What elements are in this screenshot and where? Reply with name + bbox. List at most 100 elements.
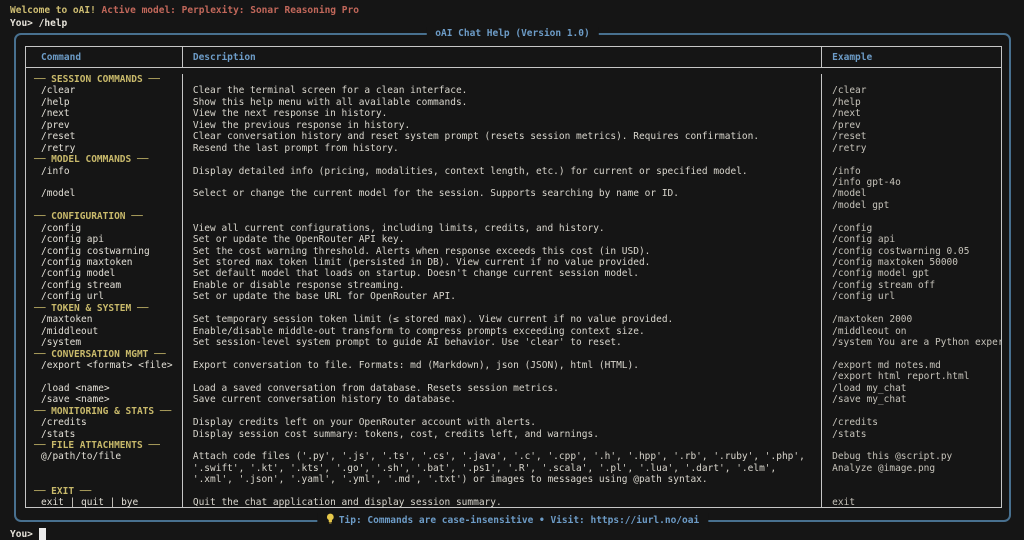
example-cell: /prev <box>822 120 1001 131</box>
description-cell: Set or update the OpenRouter API key. <box>183 234 822 245</box>
description-cell: View the next response in history. <box>183 108 822 119</box>
description-cell: Display detailed info (pricing, modaliti… <box>183 166 822 177</box>
table-row: /clearClear the terminal screen for a cl… <box>26 85 1001 96</box>
example-cell: /system You are a Python expert <box>822 337 1001 348</box>
description-cell <box>183 154 822 165</box>
table-row: /maxtokenSet temporary session token lim… <box>26 314 1001 325</box>
description-cell <box>183 303 822 314</box>
table-row: /statsDisplay session cost summary: toke… <box>26 429 1001 440</box>
help-table: Command Description Example ── SESSION C… <box>25 46 1002 508</box>
table-row: /resetClear conversation history and res… <box>26 131 1001 142</box>
command-cell: /next <box>26 108 183 119</box>
tip-text: Tip: Commands are case-insensitive • Vis… <box>339 514 699 527</box>
example-cell <box>822 154 1001 165</box>
command-cell: @/path/to/file <box>26 451 183 462</box>
description-cell: Set temporary session token limit (≤ sto… <box>183 314 822 325</box>
welcome-text: Welcome to oAI! <box>10 5 96 16</box>
table-row: /model gpt <box>26 200 1001 211</box>
command-cell: /config stream <box>26 280 183 291</box>
command-cell: ── MODEL COMMANDS ── <box>26 154 183 165</box>
section-header-row: ── FILE ATTACHMENTS ── <box>26 440 1001 451</box>
table-row: /infoDisplay detailed info (pricing, mod… <box>26 166 1001 177</box>
example-cell: /clear <box>822 85 1001 96</box>
command-cell: ── SESSION COMMANDS ── <box>26 74 183 85</box>
column-header-example: Example <box>822 47 1001 67</box>
help-panel: oAI Chat Help (Version 1.0) Command Desc… <box>14 33 1011 522</box>
section-header-row: ── CONVERSATION MGMT ── <box>26 349 1001 360</box>
command-cell: /config api <box>26 234 183 245</box>
description-cell: View the previous response in history. <box>183 120 822 131</box>
command-cell <box>26 371 183 382</box>
example-cell: /export html report.html <box>822 371 1001 382</box>
example-cell: /export md notes.md <box>822 360 1001 371</box>
table-row: /creditsDisplay credits left on your Ope… <box>26 417 1001 428</box>
command-cell: /config costwarning <box>26 246 183 257</box>
example-cell: /config stream off <box>822 280 1001 291</box>
input-prompt: You> <box>10 528 33 540</box>
command-cell: /credits <box>26 417 183 428</box>
active-model-text: Active model: Perplexity: Sonar Reasonin… <box>102 5 359 16</box>
section-header-row: ── TOKEN & SYSTEM ── <box>26 303 1001 314</box>
command-cell: /maxtoken <box>26 314 183 325</box>
description-cell <box>183 177 822 188</box>
command-cell: /model <box>26 188 183 199</box>
example-cell: /model gpt <box>822 200 1001 211</box>
table-body: ── SESSION COMMANDS ──/clearClear the te… <box>26 68 1001 508</box>
table-row: /config apiSet or update the OpenRouter … <box>26 234 1001 245</box>
description-cell: View all current configurations, includi… <box>183 223 822 234</box>
column-header-command: Command <box>26 47 183 67</box>
description-cell: Set stored max token limit (persisted in… <box>183 257 822 268</box>
help-panel-footer: Tip: Commands are case-insensitive • Vis… <box>317 513 708 528</box>
table-row: exit | quit | byeQuit the chat applicati… <box>26 497 1001 508</box>
text-cursor <box>39 528 46 540</box>
example-cell: /credits <box>822 417 1001 428</box>
command-cell: /stats <box>26 429 183 440</box>
example-cell: /retry <box>822 143 1001 154</box>
description-cell <box>183 211 822 222</box>
table-row: /save <name>Save current conversation hi… <box>26 394 1001 405</box>
command-cell: /middleout <box>26 326 183 337</box>
example-cell: /reset <box>822 131 1001 142</box>
welcome-line: Welcome to oAI! Active model: Perplexity… <box>10 4 1024 17</box>
example-cell: /config <box>822 223 1001 234</box>
history-command: /help <box>39 18 68 29</box>
table-row: /config urlSet or update the base URL fo… <box>26 291 1001 302</box>
example-cell: exit <box>822 497 1001 508</box>
command-cell <box>26 177 183 188</box>
table-row: /retryResend the last prompt from histor… <box>26 143 1001 154</box>
table-row: /config costwarningSet the cost warning … <box>26 246 1001 257</box>
table-row: /config maxtokenSet stored max token lim… <box>26 257 1001 268</box>
command-cell: /clear <box>26 85 183 96</box>
description-cell <box>183 74 822 85</box>
table-row: /nextView the next response in history./… <box>26 108 1001 119</box>
description-cell: Set session-level system prompt to guide… <box>183 337 822 348</box>
description-cell <box>183 440 822 451</box>
command-cell: /config maxtoken <box>26 257 183 268</box>
description-cell: '.xml', '.json', '.yaml', '.yml', '.md',… <box>183 474 822 485</box>
table-row: /systemSet session-level system prompt t… <box>26 337 1001 348</box>
command-cell: ── CONFIGURATION ── <box>26 211 183 222</box>
command-cell: ── CONVERSATION MGMT ── <box>26 349 183 360</box>
terminal-scrollback: Welcome to oAI! Active model: Perplexity… <box>0 0 1024 30</box>
example-cell: Analyze @image.png <box>822 463 1001 474</box>
command-cell: /retry <box>26 143 183 154</box>
example-cell <box>822 211 1001 222</box>
example-cell: /next <box>822 108 1001 119</box>
table-row: @/path/to/fileAttach code files ('.py', … <box>26 451 1001 462</box>
description-cell <box>183 349 822 360</box>
table-row: /export <format> <file>Export conversati… <box>26 360 1001 371</box>
example-cell: /info gpt-4o <box>822 177 1001 188</box>
history-prompt: You> <box>10 18 33 29</box>
example-cell: /model <box>822 188 1001 199</box>
terminal-input-line[interactable]: You> <box>10 528 1024 540</box>
example-cell: /info <box>822 166 1001 177</box>
example-cell <box>822 486 1001 497</box>
example-cell: /config url <box>822 291 1001 302</box>
description-cell: Quit the chat application and display se… <box>183 497 822 508</box>
example-cell <box>822 440 1001 451</box>
example-cell <box>822 303 1001 314</box>
command-cell: /config url <box>26 291 183 302</box>
command-cell: /load <name> <box>26 383 183 394</box>
description-cell: Save current conversation history to dat… <box>183 394 822 405</box>
description-cell: Set the cost warning threshold. Alerts w… <box>183 246 822 257</box>
